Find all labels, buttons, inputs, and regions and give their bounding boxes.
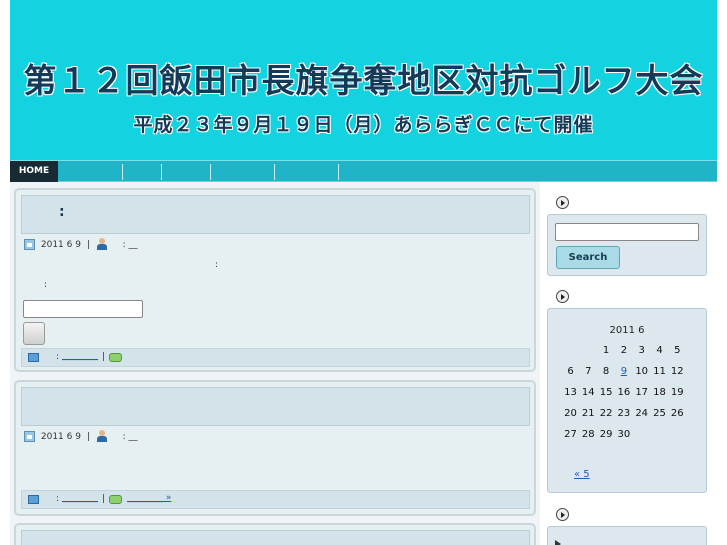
calendar-day: 30 xyxy=(617,429,631,440)
author-label: : xyxy=(122,239,126,250)
nav-separator xyxy=(210,164,211,180)
post-title-bar xyxy=(21,530,530,545)
calendar-day: 16 xyxy=(617,387,631,398)
calendar-day: 1 xyxy=(602,345,610,356)
calendar-day: 8 xyxy=(602,366,610,377)
calendar-day: 23 xyxy=(617,408,631,419)
calendar-icon xyxy=(24,238,35,250)
nav-separator xyxy=(338,164,339,180)
post-footer: : ________ | ________ » xyxy=(21,490,530,509)
post-body-text: : xyxy=(215,260,219,270)
sidebar-heading-calendar xyxy=(556,290,716,304)
calendar-day: 28 xyxy=(581,429,595,440)
nav-separator xyxy=(274,164,275,180)
site-subtitle: 平成２３年９月１９日（月）あららぎＣＣにて開催 xyxy=(133,114,594,136)
category-icon xyxy=(28,353,39,362)
comment-icon[interactable] xyxy=(109,353,122,362)
password-label: : xyxy=(44,280,48,290)
search-widget: Search xyxy=(547,214,707,276)
author-link[interactable]: __ xyxy=(129,432,138,442)
calendar-day: 18 xyxy=(653,387,666,398)
post-date: 2011 6 9 xyxy=(40,239,81,250)
post-entry: : 2011 6 9 | : __ : : : ________ | xyxy=(14,188,536,372)
calendar-day-link[interactable]: 9 xyxy=(615,366,632,377)
meta-divider: | xyxy=(86,431,90,442)
main-nav: HOME xyxy=(10,160,717,182)
search-input[interactable] xyxy=(555,223,699,241)
calendar-day: 19 xyxy=(670,387,684,398)
calendar-day: 27 xyxy=(564,429,577,440)
calendar-day: 6 xyxy=(567,366,574,377)
sidebar-heading-search xyxy=(556,196,716,210)
calendar-day: 2 xyxy=(620,345,628,356)
sidebar-heading-archives xyxy=(556,508,716,522)
archive-arrow-icon xyxy=(555,540,561,545)
post-title-bar xyxy=(21,387,530,426)
post-entry xyxy=(14,523,536,545)
calendar-day: 7 xyxy=(585,366,592,377)
category-link[interactable]: ________ xyxy=(62,493,98,503)
site-title[interactable]: 第１２回飯田市長旗争奪地区対抗ゴルフ大会 xyxy=(10,54,717,102)
category-icon xyxy=(28,495,39,504)
comment-icon[interactable] xyxy=(109,495,122,504)
calendar-day: 12 xyxy=(670,366,684,377)
calendar-day: 3 xyxy=(638,345,645,356)
post-footer: : ________ | xyxy=(21,348,530,367)
calendar-icon xyxy=(24,430,35,442)
nav-separator xyxy=(161,164,162,180)
password-input[interactable] xyxy=(23,300,143,318)
calendar-day: 17 xyxy=(635,387,649,398)
calendar-day: 4 xyxy=(656,345,663,356)
post-title-bar: : xyxy=(21,195,530,234)
category-label: : xyxy=(56,352,60,362)
user-icon xyxy=(96,430,108,442)
site-header: 第１２回飯田市長旗争奪地区対抗ゴルフ大会 平成２３年９月１９日（月）あららぎＣＣ… xyxy=(10,0,717,160)
author-label: : xyxy=(122,431,126,442)
calendar-caption: 2011 6 xyxy=(609,325,645,336)
search-button[interactable]: Search xyxy=(556,246,620,269)
calendar-day: 22 xyxy=(599,408,613,419)
post-title[interactable]: : xyxy=(59,204,65,220)
calendar-day: 11 xyxy=(653,366,666,377)
category-label: : xyxy=(56,494,60,504)
comment-link[interactable]: ________ » xyxy=(127,493,171,503)
calendar-day: 15 xyxy=(599,387,613,398)
calendar-day: 21 xyxy=(581,408,595,419)
nav-separator xyxy=(122,164,123,180)
meta-divider: | xyxy=(86,239,90,250)
calendar-day: 24 xyxy=(635,408,649,419)
calendar-day: 14 xyxy=(581,387,595,398)
calendar-prev-link[interactable]: « 5 xyxy=(574,469,590,480)
calendar-day: 13 xyxy=(564,387,577,398)
footer-divider: | xyxy=(102,352,106,362)
calendar-day: 10 xyxy=(635,366,649,377)
footer-divider: | xyxy=(102,494,106,504)
post-entry: 2011 6 9 | : __ : ________ | ________ » xyxy=(14,380,536,516)
author-link[interactable]: __ xyxy=(129,240,138,250)
category-link[interactable]: ________ xyxy=(62,351,98,361)
post-meta: 2011 6 9 | : __ xyxy=(24,238,138,250)
calendar-day: 29 xyxy=(599,429,613,440)
password-submit-button[interactable] xyxy=(23,322,45,345)
calendar-day: 5 xyxy=(674,345,681,356)
user-icon xyxy=(96,238,108,250)
calendar-day: 26 xyxy=(670,408,684,419)
post-date: 2011 6 9 xyxy=(40,431,81,442)
bullet-arrow-icon xyxy=(556,290,569,303)
bullet-arrow-icon xyxy=(556,196,569,209)
post-meta: 2011 6 9 | : __ xyxy=(24,430,138,442)
nav-home[interactable]: HOME xyxy=(10,161,58,182)
archives-widget xyxy=(547,526,707,545)
calendar-day: 20 xyxy=(564,408,577,419)
bullet-arrow-icon xyxy=(556,508,569,521)
calendar-widget: 2011 6 1 2 3 4 5 6 7 8 9 10 11 12 13 14 15 16 17 18 19 20 21… xyxy=(547,308,707,493)
calendar-day: 25 xyxy=(653,408,666,419)
